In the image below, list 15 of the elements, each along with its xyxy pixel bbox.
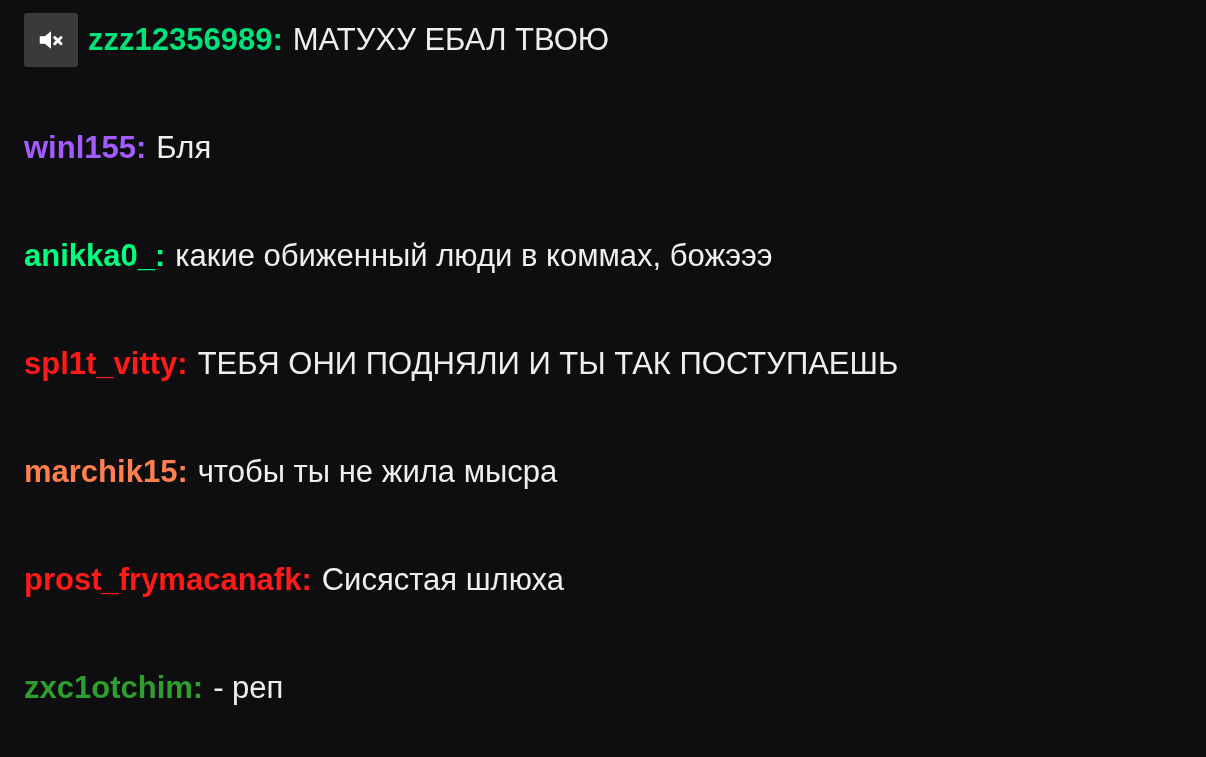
chat-message: - реп <box>213 670 284 706</box>
chat-message: какие обиженный люди в коммах, божэээ <box>175 238 773 274</box>
chat-message: Бля <box>156 130 212 166</box>
username[interactable]: marchik15: <box>24 454 188 490</box>
username[interactable]: prost_frymacanafk: <box>24 562 312 598</box>
username[interactable]: zxc1otchim: <box>24 670 204 706</box>
chat-message: МАТУХУ ЕБАЛ ТВОЮ <box>292 22 610 58</box>
chat-message: чтобы ты не жила мысра <box>197 454 558 490</box>
username[interactable]: spl1t_vitty: <box>24 346 188 382</box>
chat-message: Сисястая шлюха <box>321 562 564 598</box>
username[interactable]: winl155: <box>24 130 147 166</box>
username[interactable]: anikka0_: <box>24 238 166 274</box>
username[interactable]: zzz12356989: <box>88 22 283 58</box>
muted-speaker-icon[interactable] <box>24 13 78 67</box>
chat-message: ТЕБЯ ОНИ ПОДНЯЛИ И ТЫ ТАК ПОСТУПАЕШЬ <box>197 346 899 382</box>
